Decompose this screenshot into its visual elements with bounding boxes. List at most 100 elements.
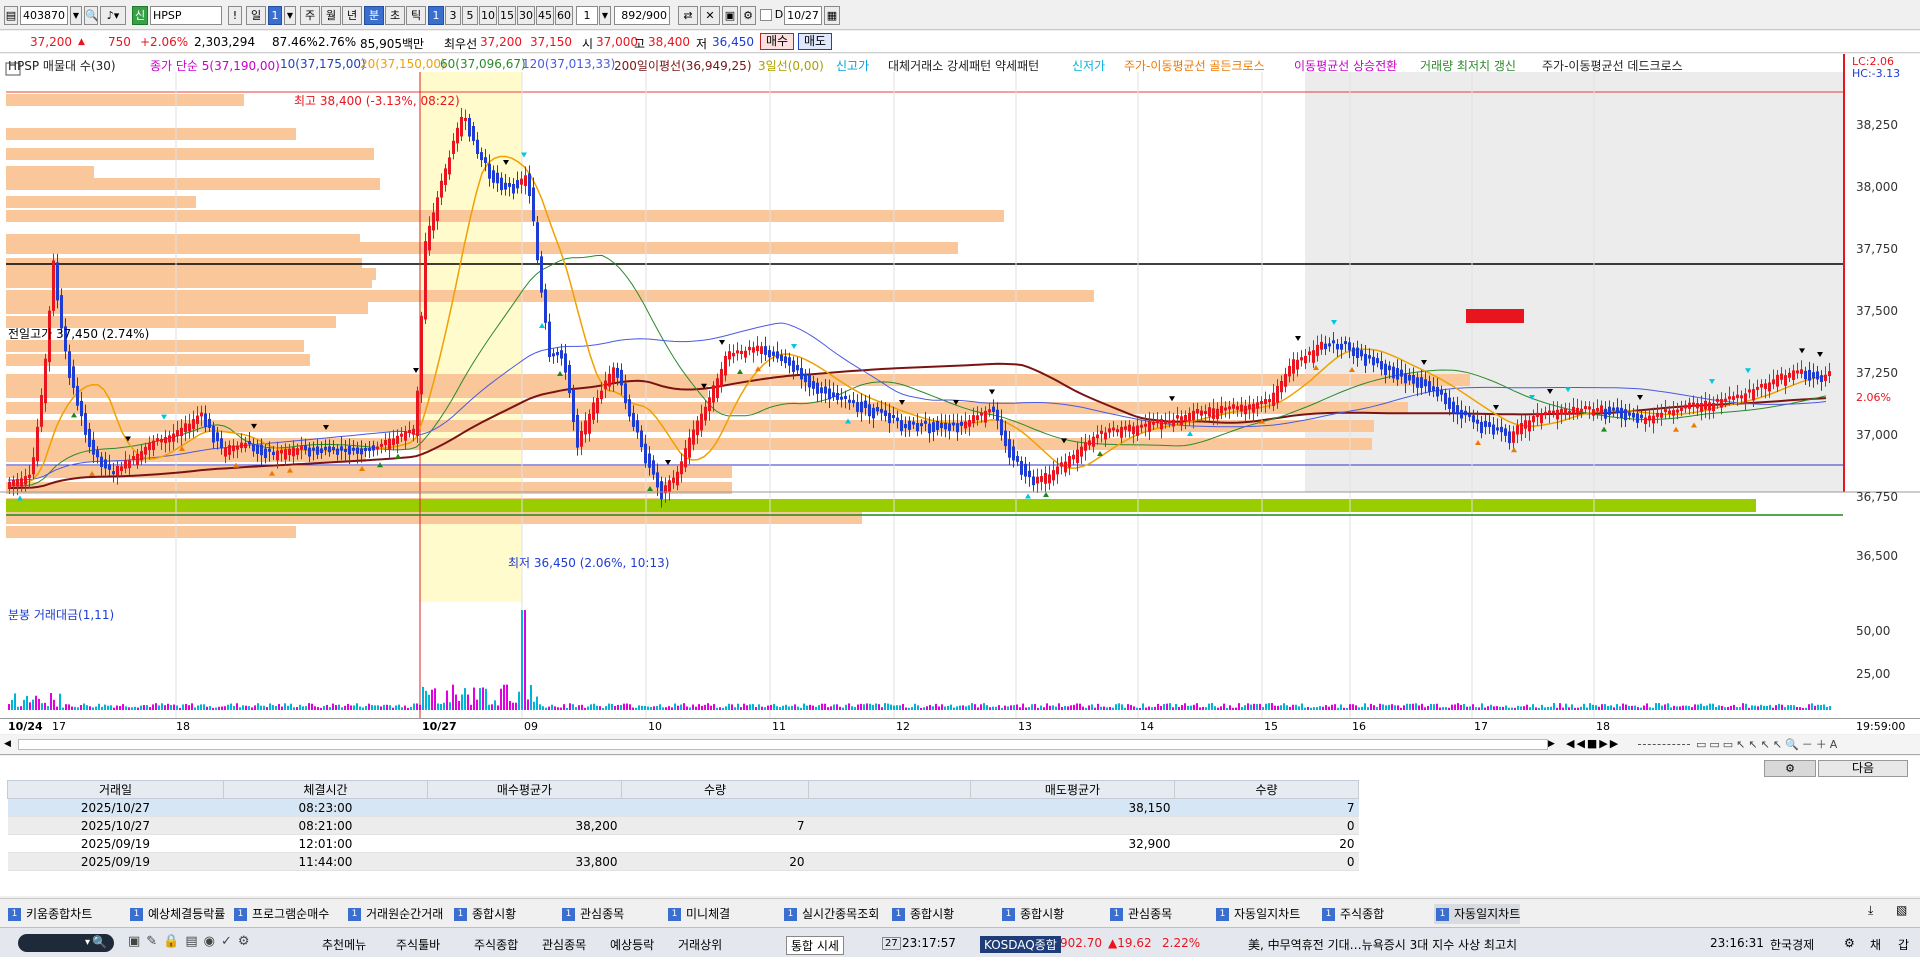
window-tab[interactable]: 1 실시간종목조회 [782, 904, 879, 924]
buy-button[interactable]: 매수 [760, 33, 794, 50]
legend-ma200[interactable]: 200일이평선(36,949,25) [614, 57, 752, 74]
calendar-icon[interactable]: 27 [882, 937, 901, 950]
interval-3-button[interactable]: 3 [445, 6, 461, 25]
sell-button[interactable]: 매도 [798, 33, 832, 50]
alert-icon[interactable]: ! [228, 6, 242, 25]
period-day-button[interactable]: 일 [246, 6, 266, 25]
news-ticker[interactable]: 美, 中무역휴전 기대…뉴욕증시 3대 지수 사상 최고치 [1248, 936, 1517, 953]
legend-newhigh[interactable]: 신고가 [836, 57, 869, 74]
download-icon[interactable]: ⤓ [1868, 903, 1873, 918]
stock-name-field[interactable]: HPSP [150, 6, 222, 25]
playback-controls-icon[interactable]: ◀◀■▶▶ [1566, 737, 1628, 752]
menu-expected[interactable]: 예상등락 [610, 936, 654, 953]
reply-button[interactable]: 갑 [1898, 936, 1909, 953]
window-tab[interactable]: 1 키움종합차트 [6, 904, 92, 924]
calendar-icon[interactable]: ▦ [824, 6, 840, 25]
index-name[interactable]: KOSDAQ종합 [980, 936, 1061, 953]
table-row[interactable]: 2025/10/27 08:21:00 38,200 7 0 [7, 816, 1359, 835]
scroll-left-icon[interactable]: ◀ [4, 738, 16, 751]
legend-ma10[interactable]: 10(37,175,00) [280, 57, 366, 71]
cross-icon[interactable]: ✕ [700, 6, 720, 25]
stock-code-input[interactable]: 403870 [20, 6, 68, 25]
period-tick-button[interactable]: 틱 [406, 6, 426, 25]
period-year-button[interactable]: 년 [342, 6, 362, 25]
window-tab[interactable]: 1 종합시황 [890, 904, 954, 924]
col-buy-qty[interactable]: 수량 [621, 780, 809, 799]
code-dropdown-icon[interactable]: ▼ [70, 6, 82, 25]
interval-input[interactable]: 1 [576, 6, 598, 25]
window-tab[interactable]: 1 프로그램순매수 [232, 904, 329, 924]
menu-stock-overview[interactable]: 주식종합 [474, 936, 518, 953]
date-checkbox[interactable] [760, 9, 772, 21]
legend-ma120[interactable]: 120(37,013,33) [522, 57, 615, 71]
window-tab[interactable]: 1 자동일지차트 [1434, 904, 1521, 924]
interval-60-button[interactable]: 60 [555, 6, 573, 25]
quick-icons[interactable]: ▣✎🔒▤◉✓⚙ [128, 934, 308, 952]
image-icon[interactable]: ▧ [1896, 903, 1907, 917]
search-icon[interactable]: 🔍 [92, 935, 107, 949]
data-count-field[interactable]: 892/900 [614, 6, 670, 25]
menu-recommend[interactable]: 추천메뉴 [322, 936, 366, 953]
scroll-right-icon[interactable]: ▶ [1548, 738, 1560, 751]
tool-icon[interactable]: ⇄ [678, 6, 698, 25]
col-sell-qty[interactable]: 수량 [1174, 780, 1359, 799]
integrated-quote-button[interactable]: 통합 시세 [786, 936, 844, 955]
window-tab[interactable]: 1 자동일지차트 [1214, 904, 1300, 924]
volume-panel-title[interactable]: 분봉 거래대금(1,11) [8, 606, 114, 623]
interval-10-button[interactable]: 10 [479, 6, 497, 25]
next-button[interactable]: 다음 [1818, 760, 1908, 777]
legend-ma60[interactable]: 60(37,096,67) [440, 57, 526, 71]
col-sell-avg[interactable]: 매도평균가 [970, 780, 1175, 799]
table-row[interactable]: 2025/09/19 12:01:00 32,900 20 [7, 834, 1359, 853]
legend-golden-cross[interactable]: 주가-이동평균선 골든크로스 [1124, 57, 1265, 74]
period-day-count[interactable]: 1 [268, 6, 282, 25]
menu-top-volume[interactable]: 거래상위 [678, 936, 722, 953]
legend-dead-cross[interactable]: 주가-이동평균선 데드크로스 [1542, 57, 1683, 74]
table-row[interactable]: 2025/10/27 08:23:00 38,150 7 [7, 798, 1359, 817]
window-tab[interactable]: 1 종합시황 [1000, 904, 1064, 924]
col-trade-date[interactable]: 거래일 [7, 780, 224, 799]
drawing-tools-icon[interactable]: ▭▭▭↖↖↖↖🔍－＋A [1696, 736, 1920, 752]
window-tab[interactable]: 1 관심종목 [1108, 904, 1172, 924]
window-tab[interactable]: 1 거래원순간거래 [346, 904, 443, 924]
legend-3day[interactable]: 3일선(0,00) [758, 57, 824, 74]
col-exec-time[interactable]: 체결시간 [223, 780, 428, 799]
search-icon[interactable]: 🔍 [84, 6, 98, 25]
period-week-button[interactable]: 주 [300, 6, 320, 25]
window-tab[interactable]: 1 종합시황 [452, 904, 516, 924]
speaker-icon[interactable]: ♪▾ [100, 6, 126, 25]
scroll-track[interactable] [18, 739, 1548, 750]
zoom-slider[interactable] [1638, 744, 1690, 745]
date-input[interactable]: 10/27 [784, 6, 822, 25]
menu-watchlist[interactable]: 관심종목 [542, 936, 586, 953]
interval-1-button[interactable]: 1 [428, 6, 444, 25]
menu-stock-toolbar[interactable]: 주식툴바 [396, 936, 440, 953]
interval-45-button[interactable]: 45 [536, 6, 554, 25]
window-tab[interactable]: 1 주식종합 [1320, 904, 1384, 924]
menu-icon[interactable]: ▤ [4, 6, 18, 25]
save-icon[interactable]: ▣ [722, 6, 738, 25]
legend-pattern[interactable]: 대체거래소 강세패턴 약세패턴 [888, 57, 1039, 74]
period-second-button[interactable]: 초 [385, 6, 405, 25]
interval-15-button[interactable]: 15 [498, 6, 516, 25]
interval-dropdown-icon[interactable]: ▼ [599, 6, 611, 25]
table-row[interactable]: 2025/09/19 11:44:00 33,800 20 0 [7, 852, 1359, 871]
legend-volume-min[interactable]: 거래량 최저치 갱신 [1420, 57, 1516, 74]
legend-ma20[interactable]: 20(37,150,00) [360, 57, 446, 71]
legend-ma5[interactable]: 종가 단순 5(37,190,00) [150, 57, 280, 74]
period-month-button[interactable]: 월 [321, 6, 341, 25]
legend-ma-turn-up[interactable]: 이동평균선 상승전환 [1294, 57, 1397, 74]
chat-button[interactable]: 채 [1870, 936, 1881, 953]
legend-volume-profile[interactable]: HPSP 매물대 수(30) [8, 57, 116, 74]
window-tab[interactable]: 1 미니체결 [666, 904, 730, 924]
price-chart[interactable] [0, 54, 1920, 718]
window-tab[interactable]: 1 예상체결등락률 [128, 904, 225, 924]
settings-icon[interactable]: ⚙ [1764, 760, 1816, 777]
legend-newlow[interactable]: 신저가 [1072, 57, 1105, 74]
news-settings-icon[interactable]: ⚙ [1844, 936, 1855, 950]
col-buy-avg[interactable]: 매수평균가 [427, 780, 622, 799]
period-minute-button[interactable]: 분 [364, 6, 384, 25]
day-dropdown-icon[interactable]: ▼ [284, 6, 296, 25]
interval-5-button[interactable]: 5 [462, 6, 478, 25]
interval-30-button[interactable]: 30 [517, 6, 535, 25]
